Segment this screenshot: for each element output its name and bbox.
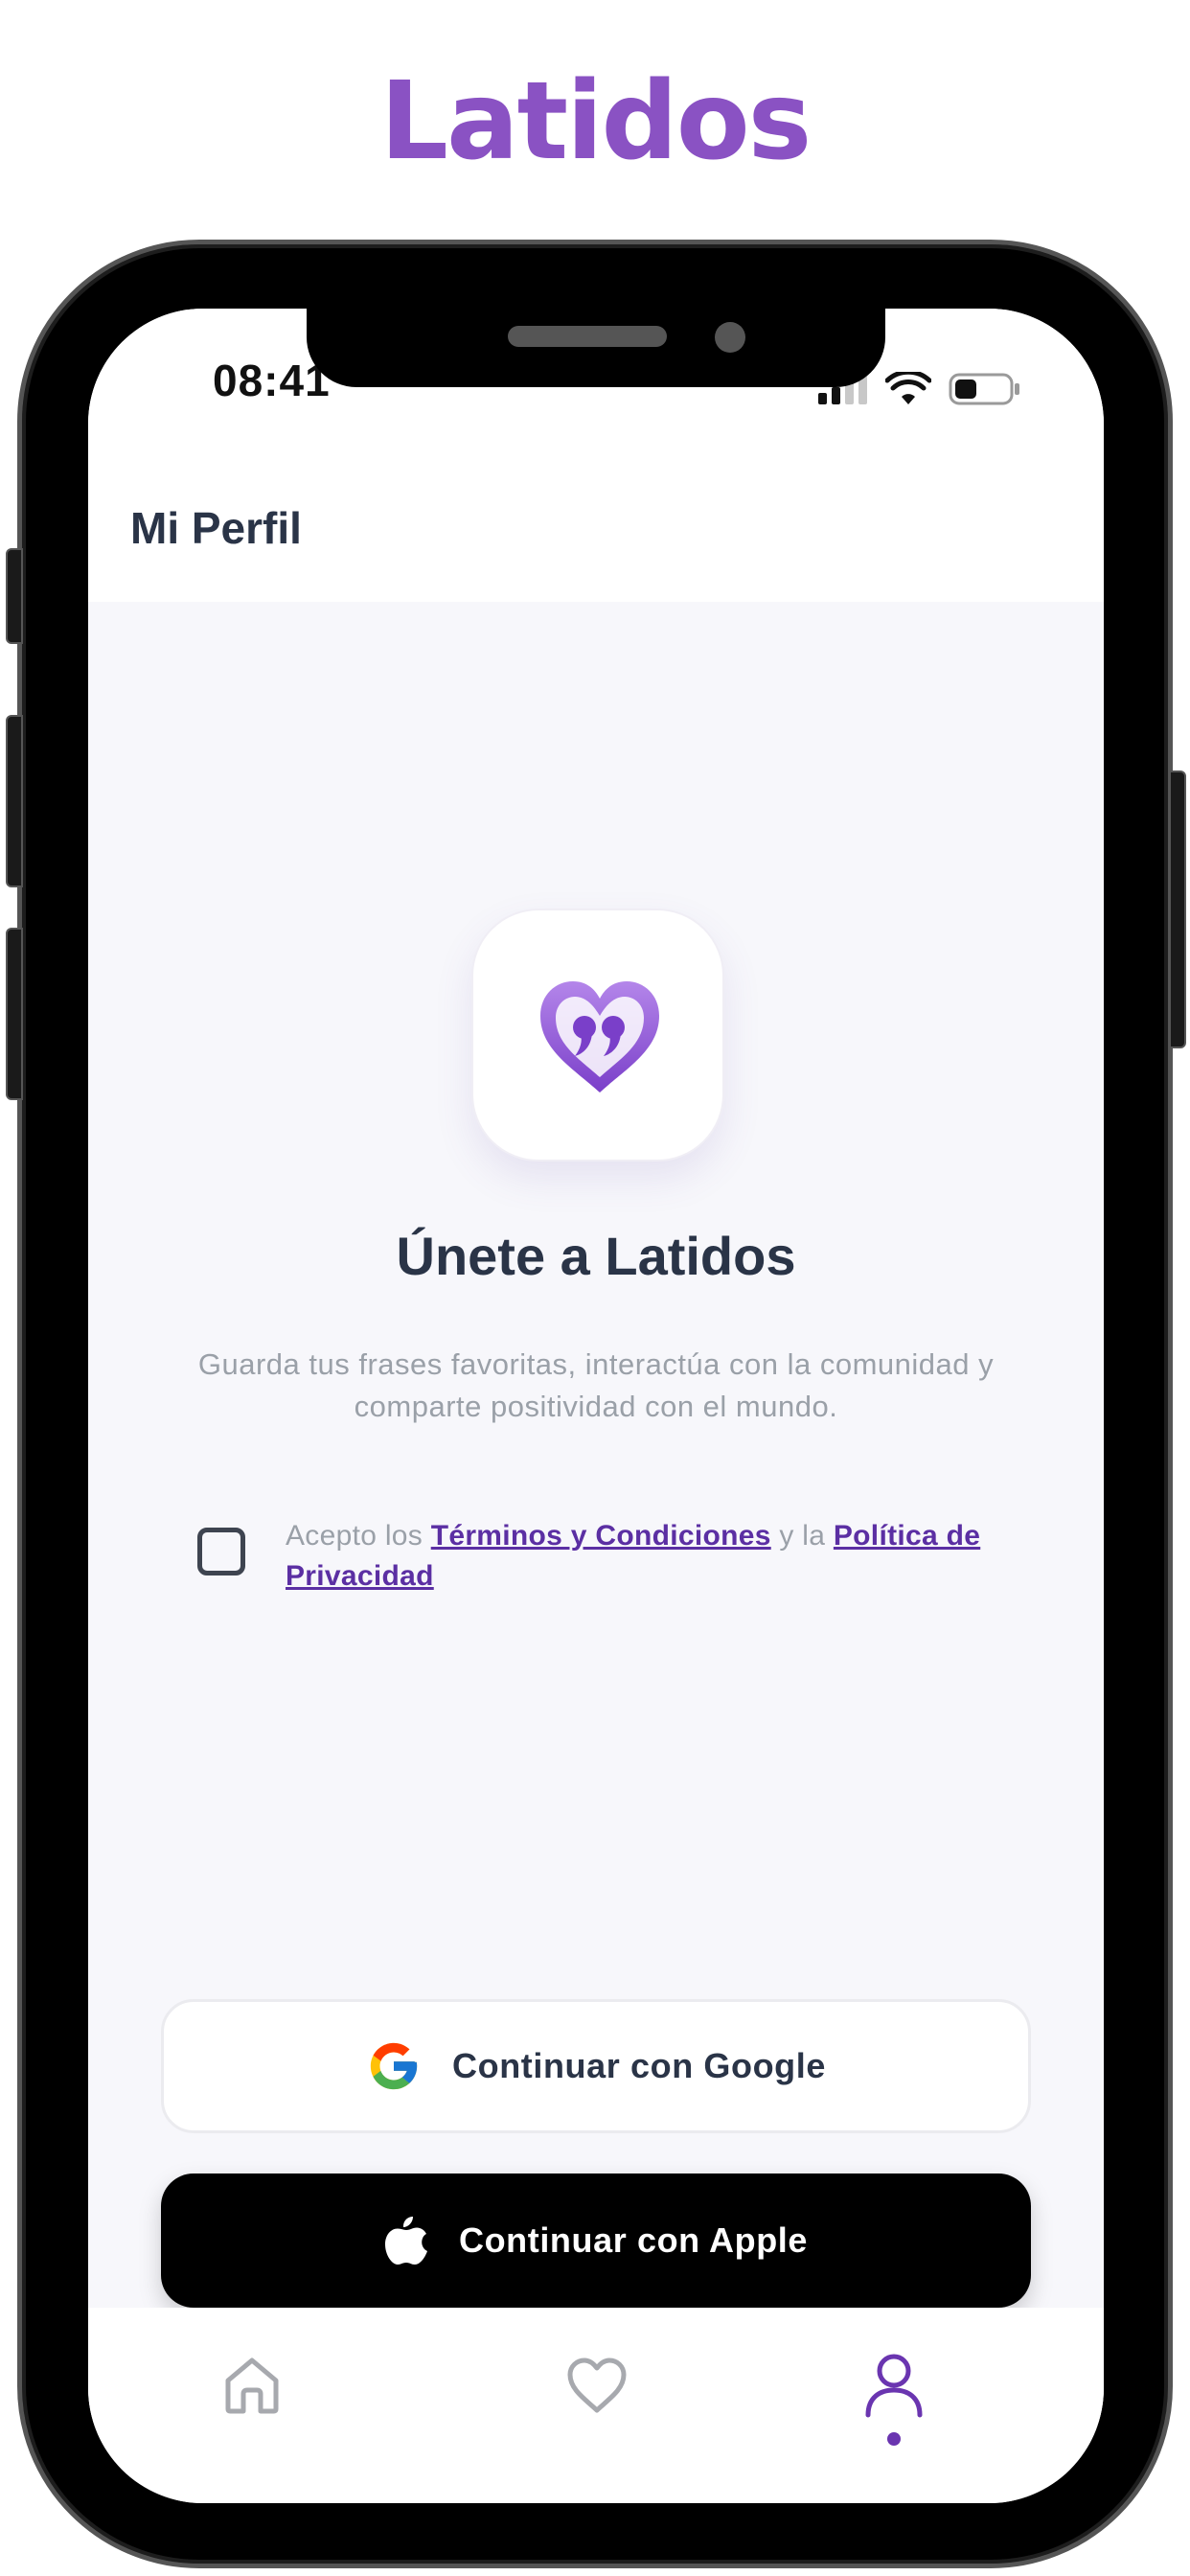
terms-link[interactable]: Términos y Condiciones bbox=[431, 1520, 771, 1552]
google-icon bbox=[370, 2042, 418, 2090]
volume-up-button bbox=[6, 715, 23, 887]
join-subtitle: Guarda tus frases favoritas, interactúa … bbox=[197, 1347, 995, 1423]
apple-button-label: Continuar con Apple bbox=[458, 2220, 809, 2260]
app-screen: 08:41 Mi Perfil Únete a Latidos Guarda t… bbox=[88, 309, 1104, 2503]
app-logo-tile bbox=[471, 908, 724, 1162]
home-icon bbox=[225, 2358, 279, 2414]
google-button-label: Continuar con Google bbox=[452, 2046, 826, 2085]
tab-home[interactable] bbox=[209, 2342, 295, 2428]
wifi-icon bbox=[885, 372, 931, 404]
google-signin-button[interactable]: Continuar con Google bbox=[161, 1999, 1031, 2133]
terms-prefix: Acepto los bbox=[286, 1520, 431, 1552]
user-icon bbox=[865, 2354, 923, 2418]
bottom-tab-bar bbox=[88, 2308, 1104, 2503]
page-title: Mi Perfil bbox=[130, 503, 302, 553]
battery-icon bbox=[949, 373, 1019, 405]
promo-title: Latidos bbox=[379, 59, 812, 184]
terms-checkbox[interactable] bbox=[197, 1528, 245, 1576]
tab-favorites[interactable] bbox=[554, 2342, 640, 2428]
volume-down-button bbox=[6, 928, 23, 1100]
notch-camera bbox=[715, 322, 745, 353]
heart-icon bbox=[567, 2358, 627, 2413]
join-title: Únete a Latidos bbox=[396, 1226, 796, 1286]
mute-switch bbox=[6, 548, 23, 644]
power-button bbox=[1169, 770, 1186, 1048]
apple-signin-button[interactable]: Continuar con Apple bbox=[161, 2174, 1031, 2308]
heart-quote-logo-icon bbox=[540, 981, 659, 1092]
notch-speaker bbox=[508, 326, 667, 347]
terms-label: Acepto los Términos y Condiciones y la P… bbox=[286, 1516, 1052, 1597]
tab-profile[interactable] bbox=[851, 2342, 937, 2428]
apple-icon bbox=[384, 2217, 427, 2265]
device-notch bbox=[307, 309, 885, 387]
terms-middle: y la bbox=[770, 1520, 834, 1552]
login-content: Únete a Latidos Guarda tus frases favori… bbox=[88, 602, 1104, 2308]
active-tab-indicator bbox=[887, 2432, 901, 2446]
